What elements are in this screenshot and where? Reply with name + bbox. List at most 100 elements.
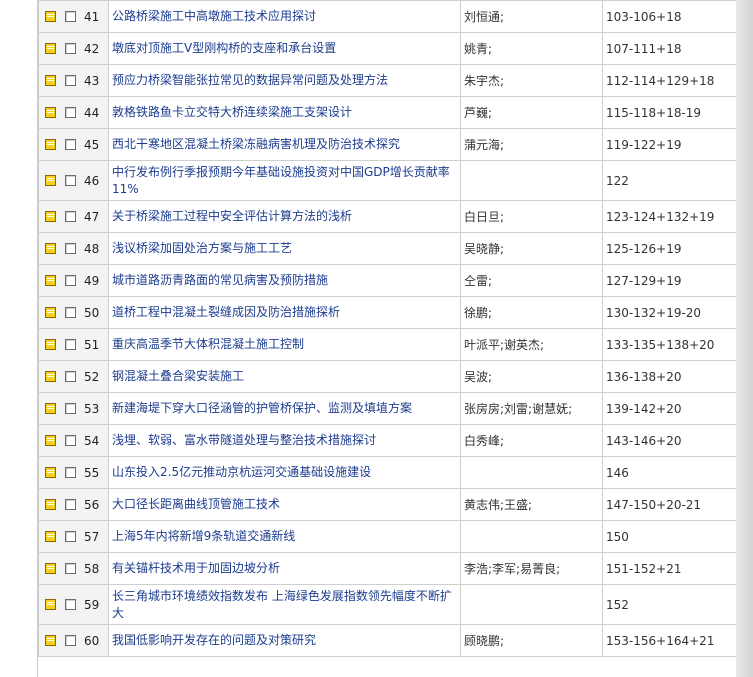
pages-cell: 127-129+19 bbox=[602, 264, 746, 297]
article-title-link[interactable]: 中行发布例行季报预期今年基础设施投资对中国GDP增长贡献率11% bbox=[112, 165, 450, 196]
document-icon[interactable] bbox=[45, 467, 56, 478]
row-checkbox[interactable] bbox=[65, 243, 76, 254]
row-checkbox[interactable] bbox=[65, 175, 76, 186]
row-number: 59 bbox=[84, 597, 100, 612]
document-icon[interactable] bbox=[45, 371, 56, 382]
document-icon[interactable] bbox=[45, 243, 56, 254]
scrollbar-track[interactable] bbox=[736, 0, 753, 677]
document-icon[interactable] bbox=[45, 43, 56, 54]
table-row: 48 浅议桥梁加固处治方案与施工工艺 吴晓静; 125-126+19 bbox=[38, 232, 746, 265]
table-row: 55 山东投入2.5亿元推动京杭运河交通基础设施建设 146 bbox=[38, 456, 746, 489]
article-title-link[interactable]: 公路桥梁施工中高墩施工技术应用探讨 bbox=[112, 9, 316, 23]
article-title-link[interactable]: 浅埋、软弱、富水带隧道处理与整治技术措施探讨 bbox=[112, 433, 376, 447]
row-checkbox[interactable] bbox=[65, 139, 76, 150]
article-title-link[interactable]: 西北干寒地区混凝土桥梁冻融病害机理及防治技术探究 bbox=[112, 137, 400, 151]
row-number: 41 bbox=[84, 9, 100, 24]
row-checkbox[interactable] bbox=[65, 531, 76, 542]
article-title-link[interactable]: 钢混凝土叠合梁安装施工 bbox=[112, 369, 244, 383]
row-checkbox[interactable] bbox=[65, 467, 76, 478]
pages-cell: 136-138+20 bbox=[602, 360, 746, 393]
document-icon[interactable] bbox=[45, 107, 56, 118]
table-row: 56 大口径长距离曲线顶管施工技术 黄志伟;王盛; 147-150+20-21 bbox=[38, 488, 746, 521]
row-checkbox[interactable] bbox=[65, 499, 76, 510]
row-checkbox[interactable] bbox=[65, 599, 76, 610]
article-title-link[interactable]: 上海5年内将新增9条轨道交通新线 bbox=[112, 529, 295, 543]
document-icon[interactable] bbox=[45, 499, 56, 510]
article-title-link[interactable]: 关于桥梁施工过程中安全评估计算方法的浅析 bbox=[112, 209, 352, 223]
article-title-link[interactable]: 墩底对顶施工V型刚构桥的支座和承台设置 bbox=[112, 41, 336, 55]
article-title-link[interactable]: 大口径长距离曲线顶管施工技术 bbox=[112, 497, 280, 511]
document-icon[interactable] bbox=[45, 275, 56, 286]
row-checkbox[interactable] bbox=[65, 43, 76, 54]
row-checkbox[interactable] bbox=[65, 211, 76, 222]
author-cell: 白秀峰; bbox=[460, 424, 603, 457]
document-icon[interactable] bbox=[45, 175, 56, 186]
pages-cell: 125-126+19 bbox=[602, 232, 746, 265]
title-cell: 重庆高温季节大体积混凝土施工控制 bbox=[108, 328, 461, 361]
document-icon[interactable] bbox=[45, 563, 56, 574]
row-number: 53 bbox=[84, 401, 100, 416]
row-checkbox[interactable] bbox=[65, 563, 76, 574]
row-controls: 49 bbox=[38, 264, 109, 297]
row-checkbox[interactable] bbox=[65, 339, 76, 350]
article-title-link[interactable]: 道桥工程中混凝土裂缝成因及防治措施探析 bbox=[112, 305, 340, 319]
article-title-link[interactable]: 重庆高温季节大体积混凝土施工控制 bbox=[112, 337, 304, 351]
row-number: 54 bbox=[84, 433, 100, 448]
row-checkbox[interactable] bbox=[65, 307, 76, 318]
document-icon[interactable] bbox=[45, 339, 56, 350]
row-controls: 55 bbox=[38, 456, 109, 489]
document-icon[interactable] bbox=[45, 139, 56, 150]
title-cell: 新建海堤下穿大口径涵管的护管桥保护、监测及填埴方案 bbox=[108, 392, 461, 425]
pages-cell: 139-142+20 bbox=[602, 392, 746, 425]
title-cell: 钢混凝土叠合梁安装施工 bbox=[108, 360, 461, 393]
article-title-link[interactable]: 有关锚杆技术用于加固边坡分析 bbox=[112, 561, 280, 575]
author-cell bbox=[460, 520, 603, 553]
article-title-link[interactable]: 浅议桥梁加固处治方案与施工工艺 bbox=[112, 241, 292, 255]
title-cell: 城市道路沥青路面的常见病害及预防措施 bbox=[108, 264, 461, 297]
title-cell: 西北干寒地区混凝土桥梁冻融病害机理及防治技术探究 bbox=[108, 128, 461, 161]
document-icon[interactable] bbox=[45, 531, 56, 542]
article-title-link[interactable]: 城市道路沥青路面的常见病害及预防措施 bbox=[112, 273, 328, 287]
row-checkbox[interactable] bbox=[65, 403, 76, 414]
pages-cell: 143-146+20 bbox=[602, 424, 746, 457]
author-cell: 姚青; bbox=[460, 32, 603, 65]
title-cell: 大口径长距离曲线顶管施工技术 bbox=[108, 488, 461, 521]
title-cell: 浅埋、软弱、富水带隧道处理与整治技术措施探讨 bbox=[108, 424, 461, 457]
row-number: 56 bbox=[84, 497, 100, 512]
document-icon[interactable] bbox=[45, 403, 56, 414]
document-icon[interactable] bbox=[45, 75, 56, 86]
row-number: 49 bbox=[84, 273, 100, 288]
article-title-link[interactable]: 长三角城市环境绩效指数发布 上海绿色发展指数领先幅度不断扩大 bbox=[112, 589, 452, 620]
row-checkbox[interactable] bbox=[65, 107, 76, 118]
author-cell: 刘恒通; bbox=[460, 0, 603, 33]
row-controls: 46 bbox=[38, 160, 109, 201]
document-icon[interactable] bbox=[45, 307, 56, 318]
row-checkbox[interactable] bbox=[65, 635, 76, 646]
article-title-link[interactable]: 新建海堤下穿大口径涵管的护管桥保护、监测及填埴方案 bbox=[112, 401, 412, 415]
author-cell: 仝雷; bbox=[460, 264, 603, 297]
row-checkbox[interactable] bbox=[65, 75, 76, 86]
row-checkbox[interactable] bbox=[65, 275, 76, 286]
document-icon[interactable] bbox=[45, 435, 56, 446]
document-icon[interactable] bbox=[45, 211, 56, 222]
article-title-link[interactable]: 敦格铁路鱼卡立交特大桥连续梁施工支架设计 bbox=[112, 105, 352, 119]
title-cell: 关于桥梁施工过程中安全评估计算方法的浅析 bbox=[108, 200, 461, 233]
document-icon[interactable] bbox=[45, 11, 56, 22]
row-checkbox[interactable] bbox=[65, 435, 76, 446]
row-checkbox[interactable] bbox=[65, 371, 76, 382]
article-title-link[interactable]: 预应力桥梁智能张拉常见的数据异常问题及处理方法 bbox=[112, 73, 388, 87]
row-number: 48 bbox=[84, 241, 100, 256]
article-title-link[interactable]: 我国低影响开发存在的问题及对策研究 bbox=[112, 633, 316, 647]
row-controls: 54 bbox=[38, 424, 109, 457]
document-icon[interactable] bbox=[45, 635, 56, 646]
author-cell: 白日旦; bbox=[460, 200, 603, 233]
row-checkbox[interactable] bbox=[65, 11, 76, 22]
author-cell bbox=[460, 456, 603, 489]
row-number: 52 bbox=[84, 369, 100, 384]
article-title-link[interactable]: 山东投入2.5亿元推动京杭运河交通基础设施建设 bbox=[112, 465, 371, 479]
table-row: 44 敦格铁路鱼卡立交特大桥连续梁施工支架设计 芦巍; 115-118+18-19 bbox=[38, 96, 746, 129]
document-icon[interactable] bbox=[45, 599, 56, 610]
table-row: 60 我国低影响开发存在的问题及对策研究 顾晓鹏; 153-156+164+21 bbox=[38, 624, 746, 657]
table-row: 59 长三角城市环境绩效指数发布 上海绿色发展指数领先幅度不断扩大 152 bbox=[38, 584, 746, 625]
pages-cell: 133-135+138+20 bbox=[602, 328, 746, 361]
